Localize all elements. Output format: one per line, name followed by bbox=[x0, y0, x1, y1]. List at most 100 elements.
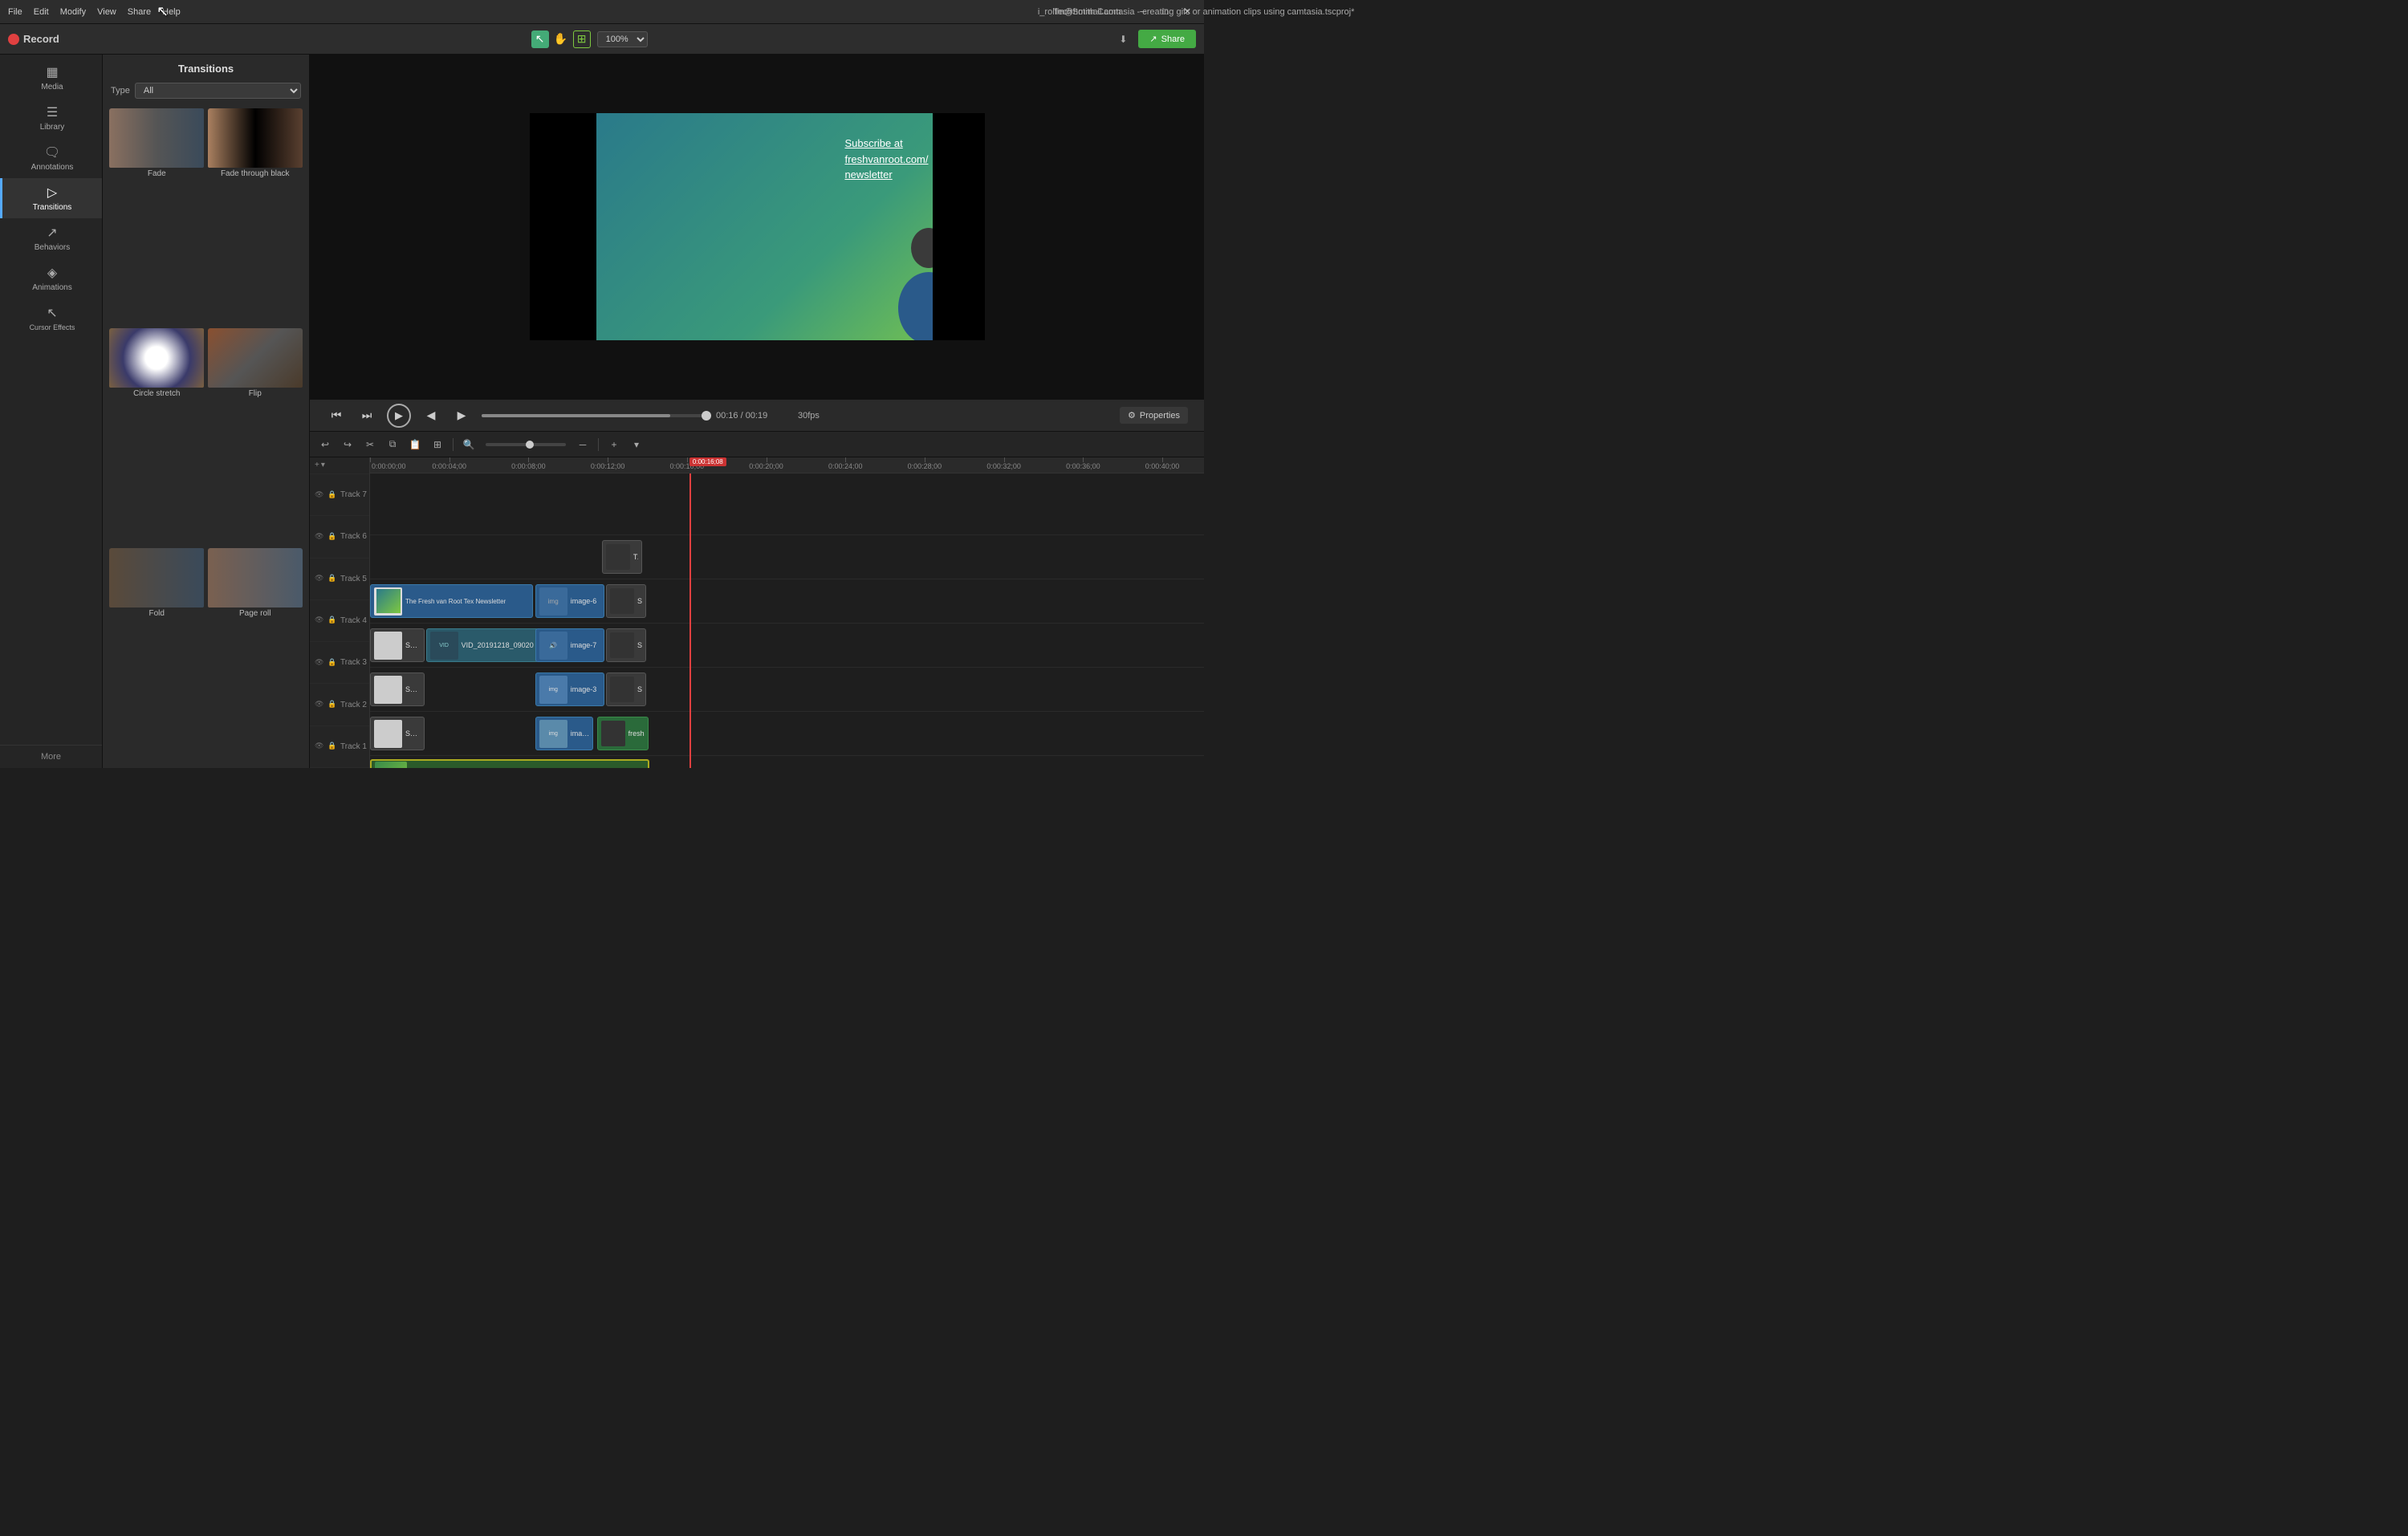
track-4-image7-label: image-7 bbox=[567, 641, 597, 649]
transition-flip-label: Flip bbox=[249, 388, 262, 401]
transition-fade-through-black[interactable]: Fade through black bbox=[208, 108, 303, 325]
share-button[interactable]: ↗ Share bbox=[1138, 30, 1196, 48]
sidebar-item-library[interactable]: ☰ Library bbox=[0, 98, 102, 138]
download-button[interactable]: ⬇ bbox=[1119, 34, 1127, 45]
preview-black-right bbox=[933, 113, 985, 340]
track-4-clip-shape[interactable]: Shape bbox=[370, 628, 425, 662]
track-6-clip-tex[interactable]: Tex bbox=[602, 540, 642, 574]
track-1-vis-icon[interactable]: 👁 bbox=[315, 742, 324, 751]
menu-file[interactable]: File bbox=[8, 7, 22, 17]
track-4-clip-shape2[interactable]: Shape bbox=[606, 628, 646, 662]
zoom-slider[interactable] bbox=[486, 443, 566, 446]
menu-share[interactable]: Share bbox=[128, 7, 151, 17]
track-3-vis-icon[interactable]: 👁 bbox=[315, 658, 324, 668]
track-1-clip-blog[interactable]: blog cover background square bbox=[370, 759, 649, 768]
panel-title: Transitions bbox=[103, 55, 309, 79]
filter-select[interactable]: All Basic 3D bbox=[135, 83, 301, 99]
track-4-vid-thumb: VID bbox=[430, 632, 458, 660]
ruler-and-tracks: 0:00:16;08 0:00:00;00 0:00:04;00 bbox=[370, 457, 1204, 768]
transition-pageroll-thumb bbox=[208, 548, 303, 607]
track-3-shape-thumb bbox=[374, 676, 402, 704]
track-3-clip-image3[interactable]: img image-3 bbox=[535, 673, 604, 706]
track-4-vis-icon[interactable]: 👁 bbox=[315, 616, 324, 625]
transition-fade[interactable]: Fade bbox=[109, 108, 205, 325]
properties-button[interactable]: ⚙ Properties bbox=[1120, 407, 1188, 424]
track-row-3: Shape img image-3 Shape bbox=[370, 668, 1204, 712]
track-label-1: 👁 🔒 Track 1 bbox=[310, 726, 369, 768]
track-2-clip-shape[interactable]: Shape bbox=[370, 717, 425, 750]
sidebar-item-animations[interactable]: ◈ Animations bbox=[0, 258, 102, 299]
track-2-clip-image5[interactable]: img image-5 bbox=[535, 717, 594, 750]
ruler-mark-0: 0:00:00;00 bbox=[370, 457, 405, 473]
track-4-shape-label: Shape bbox=[402, 641, 421, 649]
progress-bar[interactable] bbox=[482, 414, 706, 417]
next-marker-button[interactable]: ▶ bbox=[451, 405, 472, 426]
track-5-lock-icon[interactable]: 🔒 bbox=[327, 574, 337, 583]
crop-tool-button[interactable]: ⊞ bbox=[573, 30, 591, 48]
track-7-vis-icon[interactable]: 👁 bbox=[315, 490, 324, 500]
go-start-button[interactable]: ⏮ bbox=[326, 405, 347, 426]
track-5-vis-icon[interactable]: 👁 bbox=[315, 574, 324, 583]
track-7-lock-icon[interactable]: 🔒 bbox=[327, 490, 337, 500]
track-5-clip-newsletter[interactable]: The Fresh van Root Tex Newsletter bbox=[370, 584, 533, 618]
track-4-shape-thumb bbox=[374, 632, 402, 660]
track-6-vis-icon[interactable]: 👁 bbox=[315, 532, 324, 542]
track-3-lock-icon[interactable]: 🔒 bbox=[327, 658, 337, 668]
track-6-lock-icon[interactable]: 🔒 bbox=[327, 532, 337, 542]
menu-modify[interactable]: Modify bbox=[60, 7, 86, 17]
ruler-mark-36: 0:00:36;00 bbox=[1083, 457, 1117, 473]
track-3-clip-shape2[interactable]: Shape bbox=[606, 673, 646, 706]
zoom-out-button[interactable]: ─ bbox=[574, 436, 592, 453]
track-1-lock-icon[interactable]: 🔒 bbox=[327, 742, 337, 751]
add-track-row[interactable]: + ▾ bbox=[310, 457, 369, 474]
transition-flip[interactable]: Flip bbox=[208, 328, 303, 545]
transition-fold[interactable]: Fold bbox=[109, 548, 205, 765]
toolbar-separator-2 bbox=[598, 438, 599, 451]
copy-button[interactable]: ⧉ bbox=[384, 436, 401, 453]
track-2-label: Track 2 bbox=[340, 701, 367, 709]
menu-help[interactable]: Help bbox=[162, 7, 181, 17]
split-button[interactable]: ⊞ bbox=[429, 436, 446, 453]
cut-button[interactable]: ✂ bbox=[361, 436, 379, 453]
menu-view[interactable]: View bbox=[97, 7, 116, 17]
record-button[interactable]: Record bbox=[8, 33, 59, 45]
step-back-button[interactable]: ⏭ bbox=[356, 405, 377, 426]
progress-handle[interactable] bbox=[702, 411, 711, 421]
sidebar-item-cursor-effects[interactable]: ↖ Cursor Effects bbox=[0, 299, 102, 339]
ruler[interactable]: 0:00:16;08 0:00:00;00 0:00:04;00 bbox=[370, 457, 1204, 473]
transition-circle-stretch[interactable]: Circle stretch bbox=[109, 328, 205, 545]
sidebar-item-behaviors[interactable]: ↗ Behaviors bbox=[0, 218, 102, 258]
menu-edit[interactable]: Edit bbox=[34, 7, 49, 17]
sidebar-item-media[interactable]: ▦ Media bbox=[0, 58, 102, 98]
gear-icon: ⚙ bbox=[1128, 410, 1136, 421]
undo-button[interactable]: ↩ bbox=[316, 436, 334, 453]
track-3-clip-shape[interactable]: Shape bbox=[370, 673, 425, 706]
play-button[interactable]: ▶ bbox=[387, 404, 411, 428]
library-icon: ☰ bbox=[47, 104, 58, 120]
ruler-mark-28: 0:00:28;00 bbox=[925, 457, 959, 473]
menu-bar[interactable]: File Edit Modify View Share Help bbox=[8, 7, 181, 17]
track-4-lock-icon[interactable]: 🔒 bbox=[327, 616, 337, 625]
add-track-button[interactable]: + bbox=[605, 436, 623, 453]
zoom-handle[interactable] bbox=[526, 441, 534, 449]
zoom-in-button[interactable]: 🔍 bbox=[460, 436, 478, 453]
transition-page-roll[interactable]: Page roll bbox=[208, 548, 303, 765]
sidebar-item-transitions[interactable]: ▷ Transitions bbox=[0, 178, 102, 218]
track-2-vis-icon[interactable]: 👁 bbox=[315, 700, 324, 709]
prev-marker-button[interactable]: ◀ bbox=[421, 405, 441, 426]
track-4-clip-image7[interactable]: 🔊 image-7 bbox=[535, 628, 604, 662]
redo-button[interactable]: ↪ bbox=[339, 436, 356, 453]
track-2-lock-icon[interactable]: 🔒 bbox=[327, 700, 337, 709]
track-5-clip-shape[interactable]: Shape bbox=[606, 584, 646, 618]
sidebar-more-button[interactable]: More bbox=[0, 745, 102, 768]
track-4-clip-vid[interactable]: VID VID_20191218_09020 bbox=[426, 628, 539, 662]
collapse-button[interactable]: ▾ bbox=[628, 436, 645, 453]
track-5-clip-image6[interactable]: img image-6 bbox=[535, 584, 604, 618]
arrow-tool-button[interactable]: ↖ bbox=[531, 30, 549, 48]
hand-tool-button[interactable]: ✋ bbox=[552, 30, 570, 48]
zoom-select[interactable]: 100% 75% 50% 150% bbox=[597, 31, 648, 47]
sidebar-item-annotations[interactable]: 🗨 Annotations bbox=[0, 138, 102, 178]
preview-frame: Subscribe at freshvanroot.com/ newslette… bbox=[530, 113, 985, 340]
track-2-clip-fresh[interactable]: fresh bbox=[597, 717, 649, 750]
paste-button[interactable]: 📋 bbox=[406, 436, 424, 453]
